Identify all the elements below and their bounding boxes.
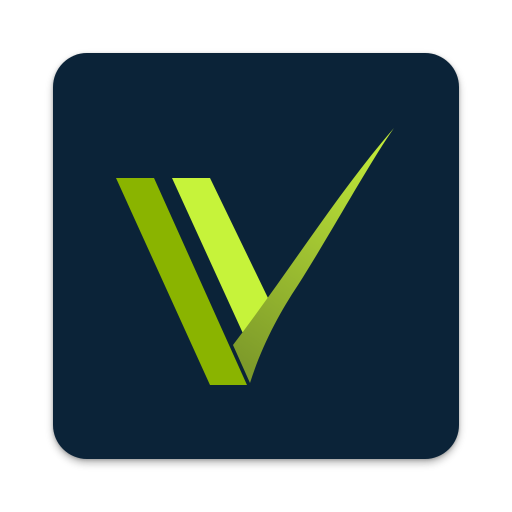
app-icon-tile[interactable]	[53, 53, 459, 459]
launcher-stage	[0, 0, 512, 512]
